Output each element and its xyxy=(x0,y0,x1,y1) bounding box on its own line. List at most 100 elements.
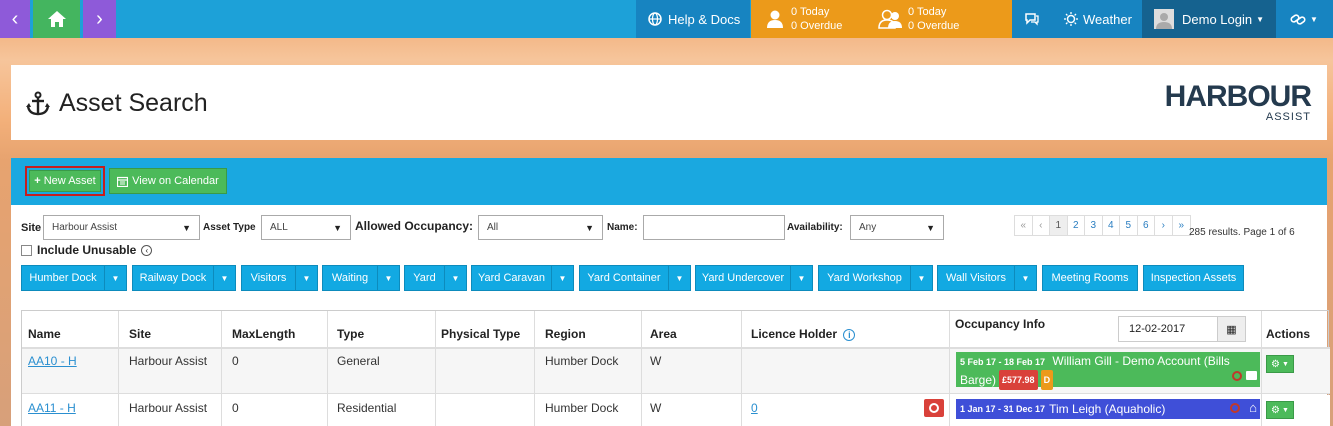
booking-customer: Tim Leigh (Aquaholic) xyxy=(1049,402,1166,416)
asset-results-table: Name Site MaxLength Type Physical Type R… xyxy=(21,310,1330,426)
results-summary: 285 results. Page 1 of 6 xyxy=(1189,227,1295,238)
occupancy-date-value: 12-02-2017 xyxy=(1129,323,1186,335)
next-page-button[interactable]: › xyxy=(1155,216,1173,235)
name-filter-input[interactable] xyxy=(643,215,785,240)
column-divider xyxy=(118,311,119,426)
caret-down-icon: ▼ xyxy=(1282,360,1289,368)
my-tasks-indicator[interactable]: 0 Today 0 Overdue xyxy=(751,0,864,38)
first-page-button[interactable]: « xyxy=(1015,216,1033,235)
header-physical-type[interactable]: Physical Type xyxy=(441,327,520,341)
info-icon[interactable]: i xyxy=(843,328,856,341)
header-region[interactable]: Region xyxy=(545,327,586,341)
avatar xyxy=(1154,9,1174,29)
availability-select[interactable]: Any ▼ xyxy=(850,215,944,240)
licence-holder-link[interactable]: 0 xyxy=(751,401,758,415)
column-divider xyxy=(1261,311,1262,426)
page-4-button[interactable]: 4 xyxy=(1103,216,1120,235)
caret-down-icon[interactable]: ▼ xyxy=(668,266,690,290)
quick-filter-label: Waiting xyxy=(331,272,369,284)
view-on-calendar-button[interactable]: View on Calendar xyxy=(109,168,227,194)
quick-filter-yard[interactable]: Yard ▼ xyxy=(404,265,467,291)
header-type[interactable]: Type xyxy=(337,327,364,341)
prev-page-button[interactable]: ‹ xyxy=(1033,216,1050,235)
occupancy-booking[interactable]: 1 Jan 17 - 31 Dec 17 Tim Leigh (Aquaholi… xyxy=(956,399,1260,419)
asset-name-link[interactable]: AA10 - H xyxy=(28,354,77,368)
briefcase-icon xyxy=(1246,371,1257,380)
new-asset-button-highlight: + New Asset xyxy=(25,166,105,196)
last-page-button[interactable]: » xyxy=(1173,216,1191,235)
column-divider xyxy=(435,311,436,426)
caret-down-icon[interactable]: ▼ xyxy=(910,266,932,290)
ban-icon xyxy=(929,403,939,413)
header-site[interactable]: Site xyxy=(129,327,151,341)
asset-type-select[interactable]: ALL ▼ xyxy=(261,215,351,240)
chevron-circle-left-icon[interactable]: ‹ xyxy=(141,244,153,256)
asset-name-link[interactable]: AA11 - H xyxy=(28,401,76,415)
user-menu[interactable]: Demo Login ▼ xyxy=(1142,0,1276,38)
page-1-button[interactable]: 1 xyxy=(1050,216,1068,235)
new-asset-button[interactable]: + New Asset xyxy=(29,170,101,192)
site-select[interactable]: Harbour Assist ▼ xyxy=(43,215,200,240)
page-5-button[interactable]: 5 xyxy=(1120,216,1138,235)
messages-button[interactable] xyxy=(1012,0,1052,38)
quick-filter-waiting[interactable]: Waiting ▼ xyxy=(322,265,400,291)
page-3-button[interactable]: 3 xyxy=(1085,216,1103,235)
caret-down-icon: ▼ xyxy=(585,222,594,233)
include-unusable-toggle[interactable]: Include Unusable ‹ xyxy=(21,243,153,257)
calendar-icon[interactable]: ▦ xyxy=(1217,317,1245,341)
action-toolbar: + New Asset View on Calendar xyxy=(11,158,1327,205)
help-docs-button[interactable]: Help & Docs xyxy=(636,0,750,38)
quick-filter-label: Yard Container xyxy=(587,272,661,284)
quick-filter-railway-dock[interactable]: Railway Dock ▼ xyxy=(132,265,236,291)
header-area[interactable]: Area xyxy=(650,327,677,341)
caret-down-icon[interactable]: ▼ xyxy=(104,266,126,290)
quick-filter-label: Yard xyxy=(413,272,436,284)
cell-type: General xyxy=(337,354,380,368)
caret-down-icon[interactable]: ▼ xyxy=(213,266,235,290)
header-name[interactable]: Name xyxy=(28,327,61,341)
weather-button[interactable]: Weather xyxy=(1052,0,1142,38)
header-licence-holder[interactable]: Licence Holder i xyxy=(751,327,856,341)
caret-down-icon[interactable]: ▼ xyxy=(790,266,812,290)
caret-down-icon[interactable]: ▼ xyxy=(551,266,573,290)
view-on-calendar-label: View on Calendar xyxy=(132,175,219,187)
occupancy-booking[interactable]: 5 Feb 17 - 18 Feb 17 William Gill - Demo… xyxy=(956,352,1260,390)
quick-filter-visitors[interactable]: Visitors ▼ xyxy=(241,265,318,291)
row-actions-button[interactable]: ⚙ ▼ xyxy=(1266,355,1294,373)
quick-filter-yard-workshop[interactable]: Yard Workshop ▼ xyxy=(818,265,933,291)
quick-filter-yard-undercover[interactable]: Yard Undercover ▼ xyxy=(695,265,813,291)
booking-dates: 1 Jan 17 - 31 Dec 17 xyxy=(960,404,1046,414)
anchor-icon xyxy=(26,91,50,115)
include-unusable-label: Include Unusable xyxy=(37,243,137,257)
home-button[interactable] xyxy=(33,0,80,38)
ban-icon-button[interactable] xyxy=(924,399,944,417)
quick-filter-yard-container[interactable]: Yard Container ▼ xyxy=(579,265,691,291)
include-unusable-checkbox[interactable] xyxy=(21,244,32,256)
caret-down-icon[interactable]: ▼ xyxy=(295,266,317,290)
quick-filter-inspection-assets[interactable]: Inspection Assets xyxy=(1143,265,1244,291)
page-2-button[interactable]: 2 xyxy=(1068,216,1085,235)
allowed-occupancy-select[interactable]: All ▼ xyxy=(478,215,603,240)
cell-maxlength: 0 xyxy=(232,354,239,368)
forward-button[interactable]: › xyxy=(83,0,116,38)
header-maxlength[interactable]: MaxLength xyxy=(232,327,295,341)
tasks-today-count: 0 Today xyxy=(791,6,830,18)
caret-down-icon[interactable]: ▼ xyxy=(444,266,466,290)
cell-area: W xyxy=(650,354,662,368)
caret-down-icon[interactable]: ▼ xyxy=(377,266,399,290)
occupancy-date-picker[interactable]: 12-02-2017 ▦ xyxy=(1118,316,1246,342)
row-actions-button[interactable]: ⚙ ▼ xyxy=(1266,401,1294,419)
page-6-button[interactable]: 6 xyxy=(1138,216,1155,235)
users-icon xyxy=(878,9,902,29)
team-tasks-indicator[interactable]: 0 Today 0 Overdue xyxy=(864,0,1012,38)
quick-filter-meeting-rooms[interactable]: Meeting Rooms xyxy=(1042,265,1138,291)
back-button[interactable]: ‹ xyxy=(0,0,30,38)
quick-filter-yard-caravan[interactable]: Yard Caravan ▼ xyxy=(471,265,574,291)
quick-filter-humber-dock[interactable]: Humber Dock ▼ xyxy=(21,265,127,291)
caret-down-icon[interactable]: ▼ xyxy=(1014,266,1036,290)
tools-menu[interactable]: ▼ xyxy=(1276,0,1333,38)
quick-filter-wall-visitors[interactable]: Wall Visitors ▼ xyxy=(937,265,1037,291)
globe-icon xyxy=(648,12,662,26)
allowed-occupancy-value: All xyxy=(487,222,499,233)
name-filter-label: Name: xyxy=(607,222,638,233)
